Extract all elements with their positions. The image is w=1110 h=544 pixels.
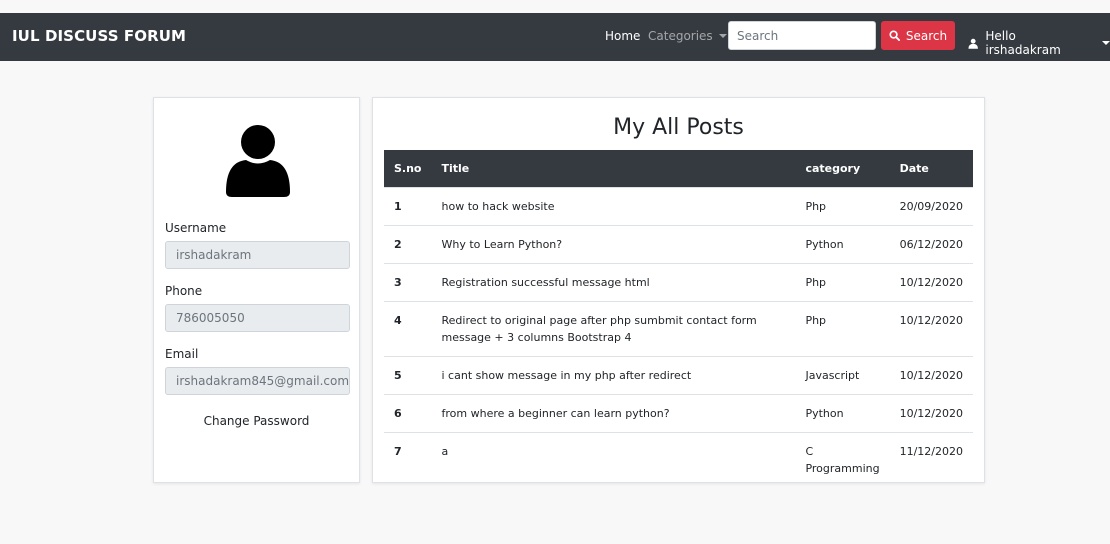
row-date: 10/12/2020: [889, 300, 973, 356]
username-label: Username: [165, 221, 227, 235]
row-sno: 7: [384, 431, 432, 487]
table-header-row: S.no Title category Date: [384, 150, 973, 187]
row-date: 11/12/2020: [889, 431, 973, 487]
column-header-category: category: [805, 161, 861, 175]
email-field: irshadakram845@gmail.com: [165, 367, 350, 395]
table-row[interactable]: 7 a C Programming 11/12/2020: [384, 431, 973, 487]
posts-table: S.no Title category Date 1 how to hack w…: [384, 150, 973, 487]
search-icon: [889, 30, 900, 41]
row-sno: 5: [384, 355, 432, 394]
nav-home-link[interactable]: Home: [605, 29, 640, 43]
row-category: C Programming: [795, 431, 890, 487]
user-icon: [968, 38, 978, 49]
email-label: Email: [165, 347, 199, 361]
row-category: Php: [795, 300, 890, 356]
row-title[interactable]: i cant show message in my php after redi…: [431, 355, 796, 394]
column-header-date: Date: [899, 161, 929, 175]
row-sno: 3: [384, 262, 432, 301]
username-field: irshadakram: [165, 241, 350, 269]
column-header-sno: S.no: [394, 161, 422, 175]
user-greeting: Hello irshadakram: [985, 29, 1061, 57]
search-button-label: Search: [905, 28, 948, 43]
row-title[interactable]: Registration successful message html: [431, 262, 796, 301]
caret-down-icon: [1102, 41, 1110, 45]
search-input[interactable]: [728, 21, 876, 50]
table-row[interactable]: 6 from where a beginner can learn python…: [384, 393, 973, 432]
change-password-link[interactable]: Change Password: [154, 414, 359, 428]
page-title: My All Posts: [613, 115, 744, 140]
table-row[interactable]: 4 Redirect to original page after php su…: [384, 300, 973, 356]
table-row[interactable]: 3 Registration successful message html P…: [384, 262, 973, 301]
row-sno: 6: [384, 393, 432, 432]
caret-down-icon: [718, 34, 727, 38]
user-menu-dropdown[interactable]: Hello irshadakram: [968, 29, 1110, 57]
row-sno: 1: [384, 186, 432, 225]
phone-field: 786005050: [165, 304, 350, 332]
row-category: Php: [795, 186, 890, 225]
row-sno: 4: [384, 300, 432, 356]
row-sno: 2: [384, 224, 432, 263]
row-title[interactable]: how to hack website: [431, 186, 796, 225]
row-date: 20/09/2020: [889, 186, 973, 225]
column-header-title: Title: [441, 161, 470, 175]
nav-categories-dropdown[interactable]: Categories: [648, 29, 727, 43]
profile-card: Username irshadakram Phone 786005050 Ema…: [153, 97, 360, 483]
posts-card: My All Posts S.no Title category Date 1 …: [372, 97, 985, 487]
row-title[interactable]: from where a beginner can learn python?: [431, 393, 796, 432]
row-title[interactable]: Why to Learn Python?: [431, 224, 796, 263]
row-category: Python: [795, 393, 890, 432]
row-date: 10/12/2020: [889, 355, 973, 394]
phone-label: Phone: [165, 284, 203, 298]
row-date: 10/12/2020: [889, 262, 973, 301]
search-button[interactable]: Search: [881, 21, 955, 50]
avatar-user-icon: [226, 125, 290, 197]
row-date: 06/12/2020: [889, 224, 973, 263]
row-title[interactable]: Redirect to original page after php sumb…: [431, 300, 796, 356]
table-row[interactable]: 1 how to hack website Php 20/09/2020: [384, 186, 973, 225]
table-row[interactable]: 2 Why to Learn Python? Python 06/12/2020: [384, 224, 973, 263]
row-category: Python: [795, 224, 890, 263]
row-title[interactable]: a: [431, 431, 796, 487]
row-date: 10/12/2020: [889, 393, 973, 432]
table-row[interactable]: 5 i cant show message in my php after re…: [384, 355, 973, 394]
navbar: IUL DISCUSS FORUM Home Categories Search…: [0, 13, 1110, 61]
row-category: Php: [795, 262, 890, 301]
brand-logo[interactable]: IUL DISCUSS FORUM: [12, 27, 186, 45]
nav-categories-label: Categories: [648, 29, 713, 43]
row-category: Javascript: [795, 355, 890, 394]
